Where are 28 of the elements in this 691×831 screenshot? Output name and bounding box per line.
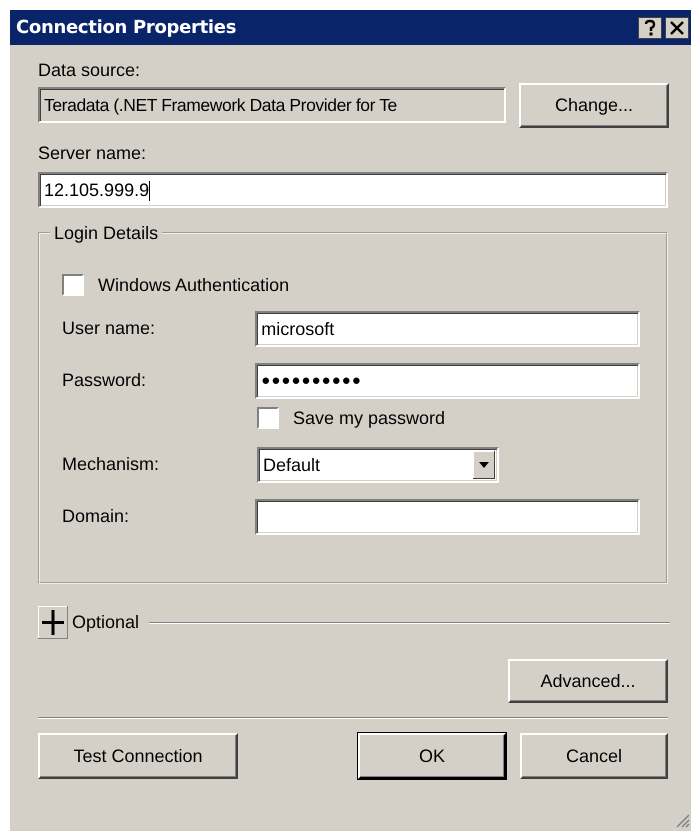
server-name-field[interactable]: 12.105.999.9 <box>38 172 668 208</box>
test-connection-button[interactable]: Test Connection <box>38 733 238 779</box>
password-field[interactable]: ●●●●●●●●●● <box>255 362 640 398</box>
section-label: Optional <box>72 612 140 633</box>
checkbox-label: Windows Authentication <box>98 274 290 296</box>
change-button[interactable]: Change... <box>519 83 669 128</box>
advanced-button[interactable]: Advanced... <box>508 659 668 703</box>
ok-button[interactable]: OK <box>358 733 506 779</box>
dropdown-arrow-icon[interactable] <box>473 450 495 478</box>
expand-icon[interactable] <box>38 606 68 639</box>
domain-field[interactable] <box>255 498 640 534</box>
checkbox[interactable] <box>62 274 84 296</box>
user-name-field[interactable]: microsoft <box>255 310 640 346</box>
mechanism-dropdown[interactable]: Default <box>257 446 499 482</box>
data-source-field: Teradata (.NET Framework Data Provider for Te <box>38 87 506 123</box>
field-label: Data source: <box>38 59 140 82</box>
checkbox-label: Save my password <box>293 408 446 428</box>
resize-grip-icon[interactable] <box>674 812 690 828</box>
field-label: User name: <box>62 318 156 339</box>
close-icon[interactable] <box>665 16 689 38</box>
help-icon[interactable] <box>638 16 662 38</box>
window-title: Connection Properties <box>16 17 238 38</box>
field-label: Domain: <box>62 506 130 527</box>
field-label: Mechanism: <box>62 454 160 475</box>
field-label: Password: <box>62 370 148 391</box>
field-label: Server name: <box>38 142 146 165</box>
checkbox[interactable] <box>257 407 279 429</box>
cancel-button[interactable]: Cancel <box>520 733 668 779</box>
